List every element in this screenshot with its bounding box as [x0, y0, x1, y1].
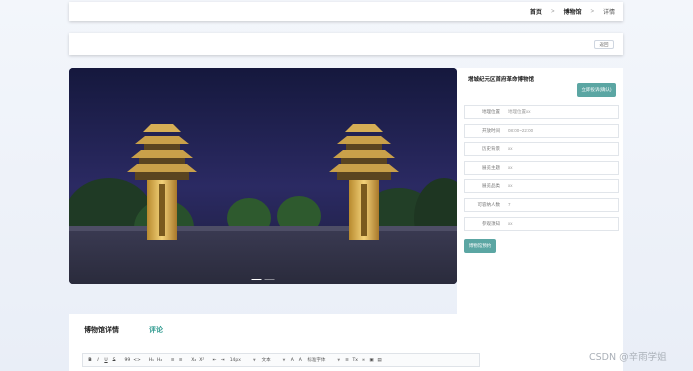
field-value: 7: [508, 202, 511, 207]
field-label: 历史背景: [482, 146, 500, 151]
back-button[interactable]: 返回: [594, 40, 614, 49]
reserve-button[interactable]: 博物馆预约: [464, 239, 496, 253]
breadcrumb-separator: >: [550, 8, 555, 15]
strikethrough-button[interactable]: S: [110, 358, 118, 363]
breadcrumb: 首页 > 博物馆 > 详情: [69, 2, 623, 21]
detail-section: 博物馆详情 评论 B I U S 99 <> H₁ H₂ ≡ ≡ X₂ X² ⇤…: [69, 314, 623, 371]
superscript-button[interactable]: X²: [198, 358, 206, 363]
field-value: 08:00~22:00: [508, 128, 534, 133]
museum-title: 增城纪元区首府革命博物馆: [468, 77, 535, 83]
breadcrumb-separator: >: [590, 8, 594, 15]
chevron-down-icon: ▼: [337, 358, 341, 362]
carousel-dot[interactable]: [251, 278, 262, 280]
chevron-down-icon: ▼: [252, 357, 256, 362]
block-format-value: 文本: [261, 358, 271, 363]
info-field-location: 地理位置 地理位置xx: [464, 105, 619, 119]
info-field-history: 历史背景 xx: [464, 142, 619, 156]
highlight-color-button[interactable]: A: [296, 358, 304, 363]
rich-text-toolbar: B I U S 99 <> H₁ H₂ ≡ ≡ X₂ X² ⇤ ⇥ 14px ▼ …: [82, 353, 480, 367]
font-size-value: 14px: [229, 357, 241, 363]
blockquote-button[interactable]: 99: [123, 358, 132, 363]
carousel-dot[interactable]: [264, 278, 275, 280]
action-bar: 返回: [69, 33, 623, 55]
museum-image-carousel[interactable]: [69, 68, 457, 284]
font-family-select[interactable]: 标准字体 ▼: [304, 357, 343, 363]
info-field-hours: 开放时间 08:00~22:00: [464, 124, 619, 138]
watermark: CSDN @辛雨学姐: [589, 352, 667, 363]
indent-button[interactable]: ⇥: [219, 358, 227, 363]
field-value: xx: [508, 146, 513, 151]
breadcrumb-museum[interactable]: 博物馆: [563, 7, 581, 16]
outdent-button[interactable]: ⇤: [211, 358, 219, 363]
field-value: xx: [508, 183, 513, 188]
field-value: xx: [508, 221, 513, 226]
text-color-button[interactable]: A: [288, 358, 296, 363]
tab-museum-detail[interactable]: 博物馆详情: [84, 325, 119, 335]
link-icon[interactable]: ∞: [359, 358, 367, 363]
info-field-notice: 参观须知 xx: [464, 217, 619, 231]
block-format-select[interactable]: 文本 ▼: [259, 357, 289, 363]
font-family-value: 标准字体: [307, 358, 326, 363]
field-label: 展览品类: [482, 183, 500, 188]
info-field-capacity: 可容纳人数 7: [464, 198, 619, 212]
field-value: xx: [508, 165, 513, 170]
museum-info-panel: 增城纪元区首府革命博物馆 立即投诉(确认) 地理位置 地理位置xx 开放时间 0…: [457, 68, 623, 314]
heading-2-button[interactable]: H₂: [155, 358, 163, 363]
field-label: 展览主题: [482, 165, 500, 170]
field-label: 参观须知: [482, 221, 500, 226]
field-label: 可容纳人数: [477, 202, 501, 207]
video-icon[interactable]: ▤: [375, 358, 383, 363]
info-field-category: 展览品类 xx: [464, 179, 619, 193]
font-size-select[interactable]: 14px ▼: [227, 358, 259, 363]
tab-comments[interactable]: 评论: [149, 325, 163, 335]
carousel-indicators: [251, 278, 275, 280]
image-icon[interactable]: ▣: [367, 358, 375, 363]
feedback-button[interactable]: 立即投诉(确认): [577, 83, 616, 97]
align-button[interactable]: ≡: [343, 358, 351, 363]
breadcrumb-home[interactable]: 首页: [530, 7, 542, 16]
museum-night-photo: [69, 68, 457, 284]
heading-1-button[interactable]: H₁: [147, 358, 155, 363]
subscript-button[interactable]: X₂: [190, 358, 198, 363]
breadcrumb-current: 详情: [602, 10, 615, 16]
bold-button[interactable]: B: [86, 358, 94, 363]
italic-button[interactable]: I: [94, 358, 102, 363]
clear-format-button[interactable]: Tx: [351, 358, 359, 363]
field-value: 地理位置xx: [508, 109, 531, 114]
field-label: 开放时间: [482, 128, 500, 133]
underline-button[interactable]: U: [102, 358, 110, 363]
code-button[interactable]: <>: [132, 358, 143, 363]
field-label: 地理位置: [482, 109, 500, 114]
chevron-down-icon: ▼: [282, 358, 286, 362]
ordered-list-button[interactable]: ≡: [169, 358, 177, 363]
bullet-list-button[interactable]: ≡: [177, 358, 185, 363]
info-field-theme: 展览主题 xx: [464, 161, 619, 175]
